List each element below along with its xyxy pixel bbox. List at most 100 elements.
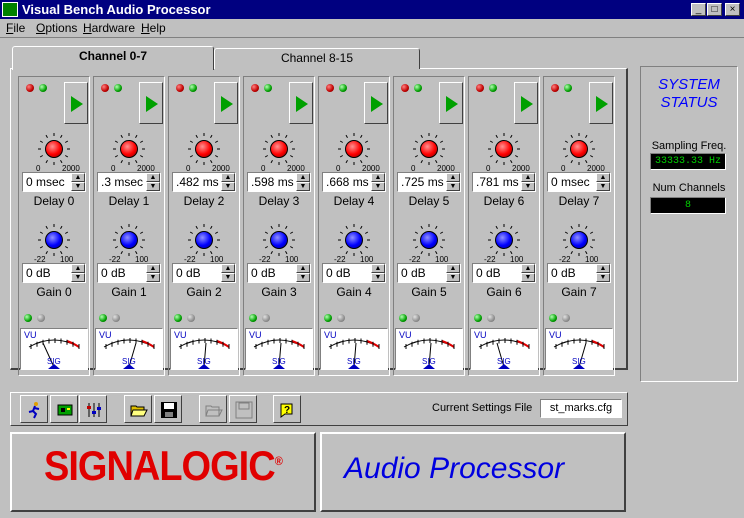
mixer-button[interactable] xyxy=(79,395,107,423)
delay-spinbox[interactable]: 0 msec ▲ ▼ xyxy=(22,172,86,192)
help-button[interactable]: ? xyxy=(273,395,301,423)
open-disabled-button[interactable] xyxy=(199,395,227,423)
gain-spinbox[interactable]: 0 dB ▲ ▼ xyxy=(472,263,536,283)
delay-knob[interactable] xyxy=(45,140,63,158)
delay-down-button[interactable]: ▼ xyxy=(446,182,460,191)
green-led-icon xyxy=(324,314,332,322)
menu-file[interactable]: File xyxy=(6,21,25,36)
tab-channel-0-7[interactable]: Channel 0-7 xyxy=(12,46,214,70)
gray-led-icon xyxy=(262,314,270,322)
gain-up-button[interactable]: ▲ xyxy=(446,264,460,273)
play-button[interactable] xyxy=(289,82,313,124)
tab-channel-8-15[interactable]: Channel 8-15 xyxy=(214,48,420,69)
delay-spinbox[interactable]: .781 ms ▲ ▼ xyxy=(472,172,536,192)
gain-knob[interactable] xyxy=(195,231,213,249)
gain-knob[interactable] xyxy=(570,231,588,249)
gain-spinbox[interactable]: 0 dB ▲ ▼ xyxy=(322,263,386,283)
gain-spinbox[interactable]: 0 dB ▲ ▼ xyxy=(97,263,161,283)
delay-up-button[interactable]: ▲ xyxy=(296,173,310,182)
menu-options[interactable]: Options xyxy=(36,21,77,36)
gain-down-button[interactable]: ▼ xyxy=(446,273,460,282)
red-led-icon xyxy=(26,84,34,92)
gain-up-button[interactable]: ▲ xyxy=(371,264,385,273)
delay-down-button[interactable]: ▼ xyxy=(596,182,610,191)
delay-up-button[interactable]: ▲ xyxy=(521,173,535,182)
gain-knob[interactable] xyxy=(270,231,288,249)
delay-up-button[interactable]: ▲ xyxy=(146,173,160,182)
delay-up-button[interactable]: ▲ xyxy=(371,173,385,182)
gain-knob[interactable] xyxy=(45,231,63,249)
save-file-button[interactable] xyxy=(154,395,182,423)
delay-knob[interactable] xyxy=(420,140,438,158)
delay-knob[interactable] xyxy=(270,140,288,158)
gain-down-button[interactable]: ▼ xyxy=(146,273,160,282)
settings-file-value: st_marks.cfg xyxy=(540,399,622,418)
delay-down-button[interactable]: ▼ xyxy=(371,182,385,191)
play-button[interactable] xyxy=(439,82,463,124)
play-button[interactable] xyxy=(139,82,163,124)
gain-down-button[interactable]: ▼ xyxy=(596,273,610,282)
gain-up-button[interactable]: ▲ xyxy=(221,264,235,273)
delay-down-button[interactable]: ▼ xyxy=(71,182,85,191)
menu-hardware[interactable]: Hardware xyxy=(83,21,135,36)
gain-up-button[interactable]: ▲ xyxy=(296,264,310,273)
gain-knob[interactable] xyxy=(120,231,138,249)
delay-knob[interactable] xyxy=(345,140,363,158)
gain-knob[interactable] xyxy=(495,231,513,249)
vu-meter: VU SIG xyxy=(170,328,238,370)
delay-up-button[interactable]: ▲ xyxy=(221,173,235,182)
delay-down-button[interactable]: ▼ xyxy=(296,182,310,191)
board-button[interactable] xyxy=(50,395,78,423)
delay-down-button[interactable]: ▼ xyxy=(221,182,235,191)
gain-up-button[interactable]: ▲ xyxy=(71,264,85,273)
close-button[interactable]: × xyxy=(725,3,740,16)
title-bar[interactable]: Visual Bench Audio Processor _ □ × xyxy=(0,0,744,19)
gain-spinbox[interactable]: 0 dB ▲ ▼ xyxy=(397,263,461,283)
delay-knob[interactable] xyxy=(120,140,138,158)
red-led-icon xyxy=(326,84,334,92)
maximize-button[interactable]: □ xyxy=(707,3,722,16)
delay-knob[interactable] xyxy=(495,140,513,158)
gain-down-button[interactable]: ▼ xyxy=(371,273,385,282)
gain-down-button[interactable]: ▼ xyxy=(521,273,535,282)
gain-down-button[interactable]: ▼ xyxy=(296,273,310,282)
gain-down-button[interactable]: ▼ xyxy=(71,273,85,282)
delay-spinbox[interactable]: .482 ms ▲ ▼ xyxy=(172,172,236,192)
gain-up-button[interactable]: ▲ xyxy=(521,264,535,273)
delay-spinbox[interactable]: .3 msec ▲ ▼ xyxy=(97,172,161,192)
red-led-icon xyxy=(101,84,109,92)
sig-label: SIG xyxy=(122,357,136,366)
delay-spinbox[interactable]: 0 msec ▲ ▼ xyxy=(547,172,611,192)
play-button[interactable] xyxy=(214,82,238,124)
delay-spinbox[interactable]: .725 ms ▲ ▼ xyxy=(397,172,461,192)
gain-spinbox[interactable]: 0 dB ▲ ▼ xyxy=(22,263,86,283)
delay-down-button[interactable]: ▼ xyxy=(146,182,160,191)
app-icon[interactable] xyxy=(2,2,18,17)
play-button[interactable] xyxy=(364,82,388,124)
gain-label: Gain 6 xyxy=(486,285,522,299)
gain-spinbox[interactable]: 0 dB ▲ ▼ xyxy=(247,263,311,283)
delay-spinbox[interactable]: .668 ms ▲ ▼ xyxy=(322,172,386,192)
delay-up-button[interactable]: ▲ xyxy=(71,173,85,182)
gain-spinbox[interactable]: 0 dB ▲ ▼ xyxy=(172,263,236,283)
delay-spinbox[interactable]: .598 ms ▲ ▼ xyxy=(247,172,311,192)
gain-up-button[interactable]: ▲ xyxy=(146,264,160,273)
delay-knob[interactable] xyxy=(195,140,213,158)
gain-knob[interactable] xyxy=(345,231,363,249)
minimize-button[interactable]: _ xyxy=(691,3,706,16)
open-file-button[interactable] xyxy=(124,395,152,423)
play-button[interactable] xyxy=(589,82,613,124)
play-button[interactable] xyxy=(64,82,88,124)
play-button[interactable] xyxy=(514,82,538,124)
save-disabled-button[interactable] xyxy=(229,395,257,423)
menu-help[interactable]: Help xyxy=(141,21,166,36)
gain-up-button[interactable]: ▲ xyxy=(596,264,610,273)
gain-spinbox[interactable]: 0 dB ▲ ▼ xyxy=(547,263,611,283)
gain-down-button[interactable]: ▼ xyxy=(221,273,235,282)
run-button[interactable] xyxy=(20,395,48,423)
delay-knob[interactable] xyxy=(570,140,588,158)
delay-down-button[interactable]: ▼ xyxy=(521,182,535,191)
delay-up-button[interactable]: ▲ xyxy=(596,173,610,182)
gain-knob[interactable] xyxy=(420,231,438,249)
delay-up-button[interactable]: ▲ xyxy=(446,173,460,182)
